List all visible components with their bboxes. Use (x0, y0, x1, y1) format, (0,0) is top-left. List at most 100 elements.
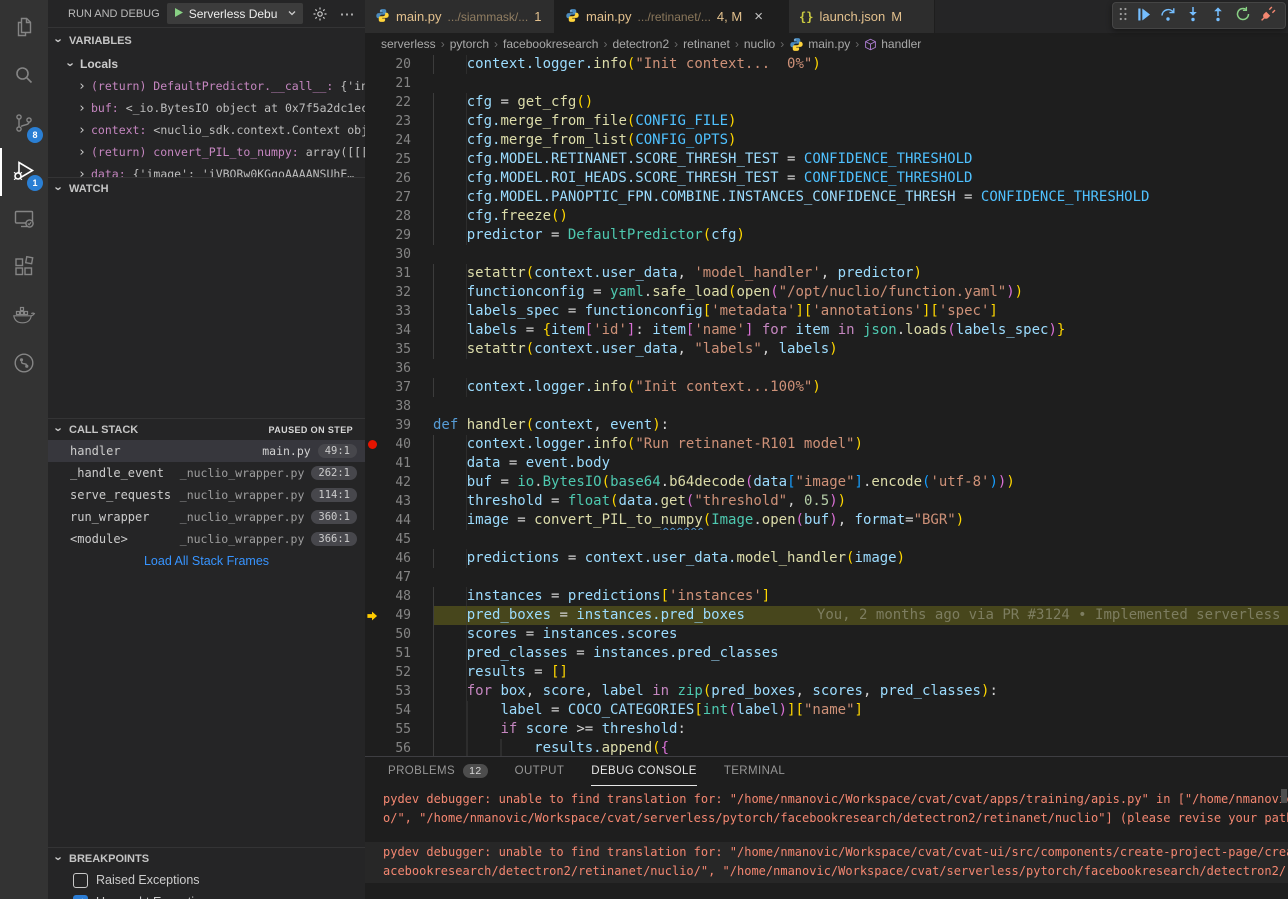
variables-section-header[interactable]: › VARIABLES (48, 27, 365, 53)
variable-row[interactable]: ›buf:<_io.BytesIO object at 0x7f5a2dc1ec… (48, 97, 365, 119)
breakpoint-margin[interactable] (365, 55, 379, 74)
code-line-content[interactable]: def handler(context, event): (433, 416, 1288, 435)
line-number[interactable]: 46 (379, 549, 411, 568)
line-number[interactable]: 52 (379, 663, 411, 682)
code-line-content[interactable] (433, 359, 1288, 378)
line-number[interactable]: 33 (379, 302, 411, 321)
code-line-content[interactable]: functionconfig = yaml.safe_load(open("/o… (433, 283, 1288, 302)
line-number[interactable]: 40 (379, 435, 411, 454)
breadcrumb-item-handler[interactable]: handler (864, 37, 921, 51)
code-line-content[interactable]: context.logger.info("Init context...100%… (433, 378, 1288, 397)
code-line-content[interactable]: pred_classes = instances.pred_classes (433, 644, 1288, 663)
editor-tab-main.py[interactable]: main.py.../retinanet/...4, M× (555, 0, 789, 33)
code-line-content[interactable]: labels = {item['id']: item['name'] for i… (433, 321, 1288, 340)
breadcrumb-item-pytorch[interactable]: pytorch (450, 37, 489, 51)
checkbox[interactable] (73, 873, 88, 888)
breakpoint-margin[interactable] (365, 682, 379, 701)
breakpoint-glyph[interactable] (365, 435, 379, 454)
breakpoint-margin[interactable] (365, 302, 379, 321)
breakpoint-margin[interactable] (365, 340, 379, 359)
editor-tab-main.py[interactable]: main.py.../siammask/...1 (365, 0, 555, 33)
breakpoint-margin[interactable] (365, 416, 379, 435)
panel-tab-output[interactable]: OUTPUT (515, 757, 565, 786)
start-debug-icon[interactable] (173, 7, 184, 21)
watch-section-header[interactable]: › WATCH (48, 177, 365, 199)
code-line-content[interactable]: cfg.freeze() (433, 207, 1288, 226)
variable-row[interactable]: ›(return) DefaultPredictor.__call__:{'in… (48, 75, 365, 97)
activity-bar-item-docker[interactable] (0, 292, 48, 340)
line-number[interactable]: 48 (379, 587, 411, 606)
line-number[interactable]: 55 (379, 720, 411, 739)
step-into-button[interactable] (1181, 4, 1205, 28)
checkbox[interactable]: ✓ (73, 895, 88, 899)
breakpoint-margin[interactable] (365, 739, 379, 756)
launch-config-dropdown[interactable]: Serverless Debu (167, 3, 303, 24)
stack-frame[interactable]: _handle_event_nuclio_wrapper.py262:1 (48, 462, 365, 484)
breadcrumb-item-serverless[interactable]: serverless (381, 37, 436, 51)
breadcrumb-item-facebookresearch[interactable]: facebookresearch (503, 37, 598, 51)
line-number[interactable]: 28 (379, 207, 411, 226)
panel-scrollbar[interactable] (1281, 789, 1287, 803)
code-line-content[interactable]: pred_boxes = instances.pred_boxesYou, 2 … (433, 606, 1288, 625)
breakpoint-margin[interactable] (365, 359, 379, 378)
stack-frame[interactable]: handlermain.py49:1 (48, 440, 365, 462)
code-line-content[interactable] (433, 530, 1288, 549)
breakpoint-margin[interactable] (365, 473, 379, 492)
breakpoint-margin[interactable] (365, 549, 379, 568)
code-line-content[interactable]: if score >= threshold: (433, 720, 1288, 739)
line-number[interactable]: 47 (379, 568, 411, 587)
line-number[interactable]: 56 (379, 739, 411, 756)
activity-bar-item-remote-explorer[interactable] (0, 196, 48, 244)
code-line-content[interactable]: context.logger.info("Init context... 0%"… (433, 55, 1288, 74)
stack-frame[interactable]: run_wrapper_nuclio_wrapper.py360:1 (48, 506, 365, 528)
code-line-content[interactable] (433, 568, 1288, 587)
breakpoint-margin[interactable] (365, 701, 379, 720)
line-number[interactable]: 34 (379, 321, 411, 340)
code-line-content[interactable]: cfg = get_cfg() (433, 93, 1288, 112)
line-number[interactable]: 43 (379, 492, 411, 511)
code-line-content[interactable]: buf = io.BytesIO(base64.b64decode(data["… (433, 473, 1288, 492)
code-line-content[interactable]: for box, score, label in zip(pred_boxes,… (433, 682, 1288, 701)
code-line-content[interactable]: results.append({ (433, 739, 1288, 756)
breakpoint-margin[interactable] (365, 74, 379, 93)
activity-bar-item-git-graph[interactable] (0, 340, 48, 388)
editor-tab-launch.json[interactable]: {}launch.jsonM (789, 0, 935, 33)
breakpoint-margin[interactable] (365, 397, 379, 416)
breakpoint-margin[interactable] (365, 150, 379, 169)
step-out-button[interactable] (1206, 4, 1230, 28)
code-line-content[interactable]: data = event.body (433, 454, 1288, 473)
call-stack-section-header[interactable]: › CALL STACK PAUSED ON STEP (48, 418, 365, 440)
breadcrumb-item-nuclio[interactable]: nuclio (744, 37, 775, 51)
restart-button[interactable] (1231, 4, 1255, 28)
code-line-content[interactable]: cfg.MODEL.ROI_HEADS.SCORE_THRESH_TEST = … (433, 169, 1288, 188)
breakpoint-margin[interactable] (365, 568, 379, 587)
line-number[interactable]: 49 (379, 606, 411, 625)
line-number[interactable]: 54 (379, 701, 411, 720)
breakpoint-margin[interactable] (365, 283, 379, 302)
code-line-content[interactable]: cfg.MODEL.RETINANET.SCORE_THRESH_TEST = … (433, 150, 1288, 169)
breakpoint-margin[interactable] (365, 625, 379, 644)
line-number[interactable]: 21 (379, 74, 411, 93)
line-number[interactable]: 53 (379, 682, 411, 701)
continue-button[interactable] (1131, 4, 1155, 28)
panel-tab-debug-console[interactable]: DEBUG CONSOLE (591, 757, 697, 786)
load-all-stack-frames-link[interactable]: Load All Stack Frames (48, 550, 365, 572)
activity-bar-item-run-and-debug[interactable]: 1 (0, 148, 48, 196)
variable-row[interactable]: ›context:<nuclio_sdk.context.Context obj… (48, 119, 365, 141)
breakpoint-margin[interactable] (365, 454, 379, 473)
breakpoint-margin[interactable] (365, 511, 379, 530)
breadcrumb-item-detectron2[interactable]: detectron2 (612, 37, 669, 51)
code-line-content[interactable]: predictions = context.user_data.model_ha… (433, 549, 1288, 568)
code-line-content[interactable] (433, 397, 1288, 416)
code-line-content[interactable]: results = [] (433, 663, 1288, 682)
line-number[interactable]: 29 (379, 226, 411, 245)
activity-bar-item-search[interactable] (0, 52, 48, 100)
line-number[interactable]: 20 (379, 55, 411, 74)
breakpoint-margin[interactable] (365, 587, 379, 606)
code-line-content[interactable]: predictor = DefaultPredictor(cfg) (433, 226, 1288, 245)
breakpoint-row[interactable]: ✓Uncaught Exceptions (48, 891, 365, 899)
line-number[interactable]: 39 (379, 416, 411, 435)
line-number[interactable]: 50 (379, 625, 411, 644)
code-line-content[interactable] (433, 245, 1288, 264)
code-line-content[interactable]: scores = instances.scores (433, 625, 1288, 644)
